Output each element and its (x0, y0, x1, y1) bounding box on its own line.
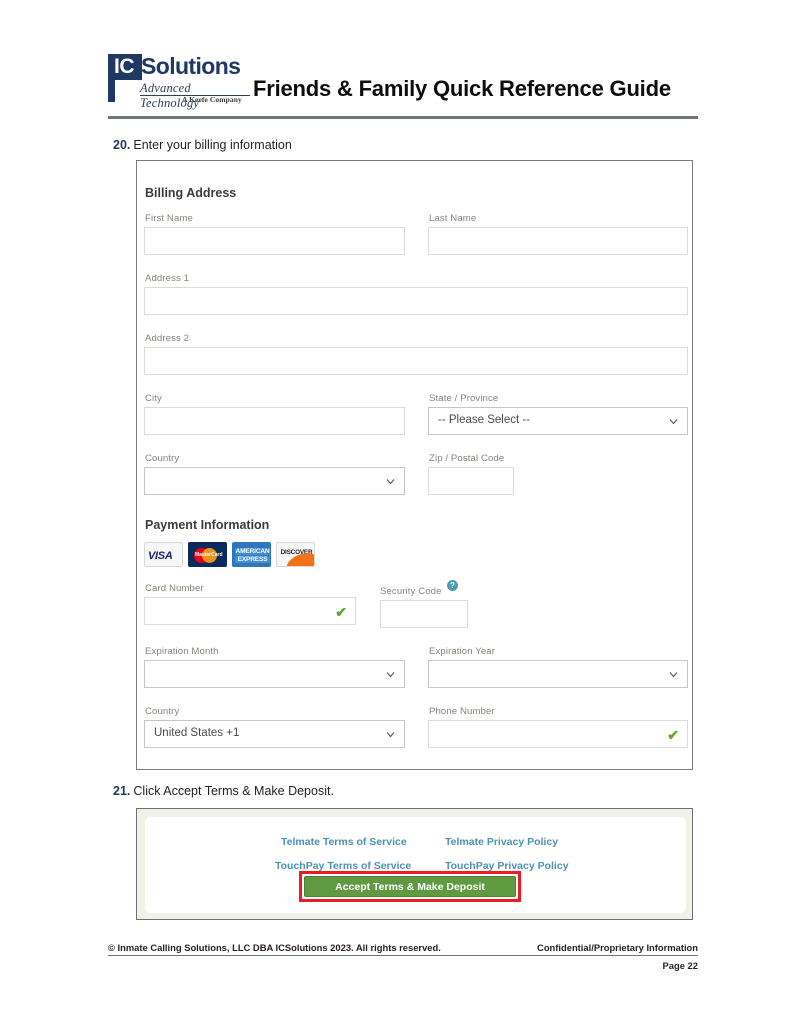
payment-country-value: United States +1 (154, 727, 240, 739)
payment-information-heading: Payment Information (145, 518, 270, 532)
expiration-year-select[interactable] (428, 660, 688, 688)
card-number-input[interactable]: ✔ (144, 597, 356, 625)
logo-company-line: A Keefe Company (182, 95, 242, 104)
chevron-down-icon (669, 417, 678, 426)
logo-solutions-text: Solutions (141, 53, 241, 79)
step-21-text: Click Accept Terms & Make Deposit. (133, 784, 334, 798)
billing-country-label: Country (145, 453, 180, 464)
footer-divider (108, 955, 698, 956)
address-1-label: Address 1 (145, 273, 190, 284)
phone-number-input[interactable]: ✔ (428, 720, 688, 748)
address-1-input[interactable] (144, 287, 688, 315)
card-number-valid-check-icon: ✔ (335, 604, 347, 620)
logo-ic-text: IC (114, 55, 135, 78)
security-code-label: Security Code (380, 586, 442, 597)
first-name-label: First Name (145, 213, 193, 224)
first-name-input[interactable] (144, 227, 405, 255)
city-label: City (145, 393, 162, 404)
state-province-label: State / Province (429, 393, 499, 404)
accepted-cards-row: VISA MasterCard AMERICAN EXPRESS DISCOVE… (144, 542, 344, 567)
step-20-number: 20. (113, 138, 131, 152)
step-20-text: Enter your billing information (133, 138, 292, 152)
terms-panel: Telmate Terms of Service Telmate Privacy… (136, 808, 693, 920)
accept-terms-make-deposit-button[interactable]: Accept Terms & Make Deposit (304, 876, 516, 897)
address-2-label: Address 2 (145, 333, 190, 344)
amex-card-logo: AMERICAN EXPRESS (232, 542, 271, 567)
telmate-terms-of-service-link[interactable]: Telmate Terms of Service (281, 836, 407, 848)
mastercard-card-label: MasterCard (195, 552, 223, 558)
telmate-privacy-policy-link[interactable]: Telmate Privacy Policy (445, 836, 558, 848)
step-21-instruction: 21. Click Accept Terms & Make Deposit. (113, 784, 334, 798)
amex-card-label-line1: AMERICAN (235, 548, 270, 555)
expiration-month-label: Expiration Month (145, 646, 219, 657)
amex-card-label-line2: EXPRESS (235, 556, 270, 563)
phone-number-label: Phone Number (429, 706, 495, 717)
chevron-down-icon (386, 670, 395, 679)
payment-country-select[interactable]: United States +1 (144, 720, 405, 748)
chevron-down-icon (386, 730, 395, 739)
mastercard-card-logo: MasterCard (188, 542, 227, 567)
state-province-select[interactable]: -- Please Select -- (428, 407, 688, 435)
visa-card-label: VISA (148, 550, 173, 562)
page-title: Friends & Family Quick Reference Guide (253, 76, 671, 101)
city-input[interactable] (144, 407, 405, 435)
footer-copyright: © Inmate Calling Solutions, LLC DBA ICSo… (108, 942, 441, 953)
icsolutions-logo: IC Solutions Advanced Technology A Keefe… (108, 52, 250, 110)
chevron-down-icon (386, 477, 395, 486)
billing-country-select[interactable] (144, 467, 405, 495)
step-21-number: 21. (113, 784, 131, 798)
security-code-input[interactable] (380, 600, 468, 628)
address-2-input[interactable] (144, 347, 688, 375)
chevron-down-icon (669, 670, 678, 679)
state-province-value: -- Please Select -- (438, 414, 531, 426)
last-name-label: Last Name (429, 213, 477, 224)
zip-postal-label: Zip / Postal Code (429, 453, 505, 464)
card-number-label: Card Number (145, 583, 204, 594)
last-name-input[interactable] (428, 227, 688, 255)
document-header: IC Solutions Advanced Technology A Keefe… (108, 52, 700, 114)
billing-form-panel: Billing Address First Name Last Name Add… (136, 160, 693, 770)
security-code-help-icon[interactable]: ? (447, 580, 458, 591)
phone-number-valid-check-icon: ✔ (667, 727, 679, 743)
accept-button-highlight: Accept Terms & Make Deposit (299, 871, 521, 902)
document-page: IC Solutions Advanced Technology A Keefe… (0, 0, 791, 1024)
discover-card-logo: DISCOVER (276, 542, 315, 567)
step-20-instruction: 20. Enter your billing information (113, 138, 292, 152)
footer-page-number: Page 22 (662, 960, 698, 971)
payment-country-label: Country (145, 706, 180, 717)
visa-card-logo: VISA (144, 542, 183, 567)
billing-address-heading: Billing Address (145, 186, 237, 200)
footer-confidential: Confidential/Proprietary Information (537, 942, 698, 953)
header-divider (108, 116, 698, 119)
expiration-year-label: Expiration Year (429, 646, 496, 657)
zip-postal-input[interactable] (428, 467, 514, 495)
expiration-month-select[interactable] (144, 660, 405, 688)
